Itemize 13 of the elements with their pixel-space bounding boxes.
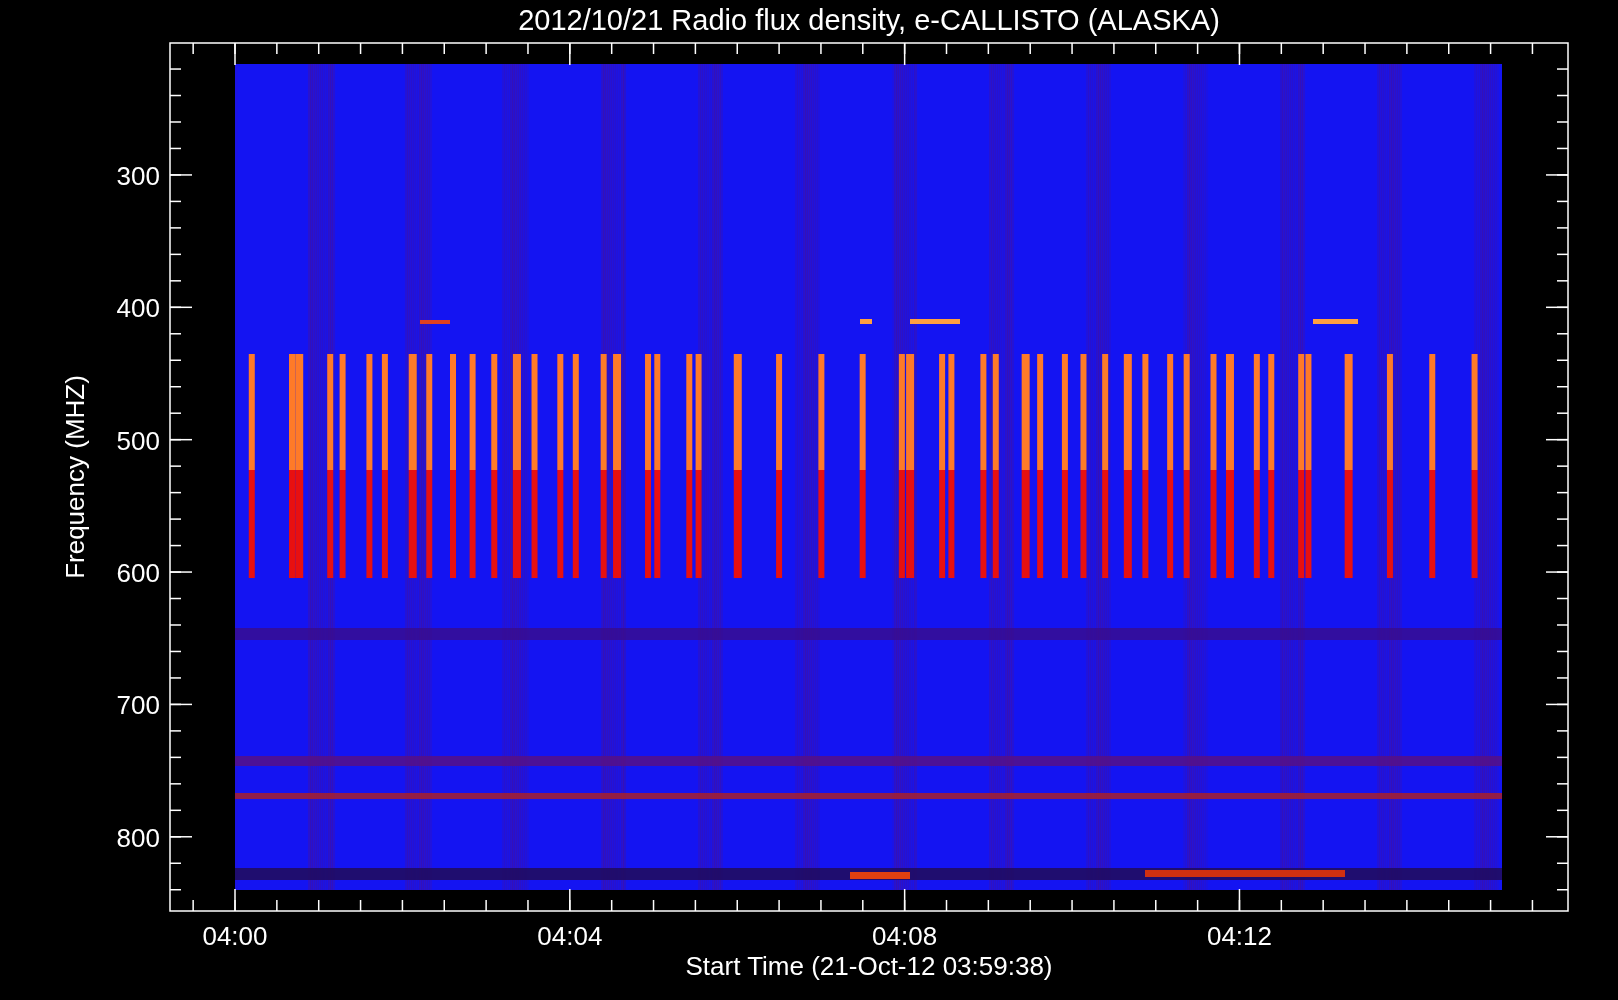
y-tick-label: 300 [116,160,160,191]
x-tick-label: 04:12 [1206,921,1272,951]
y-tick-label: 600 [116,558,160,589]
x-tick-label: 04:08 [872,921,938,951]
x-axis-label: Start Time (21-Oct-12 03:59:38) [685,951,1053,981]
x-tick-label: 04:00 [202,921,268,951]
y-tick-label: 700 [116,690,160,721]
x-tick-label: 04:04 [537,921,603,951]
y-tick-label: 800 [116,822,160,853]
y-tick-label: 400 [116,293,160,324]
y-tick-label: 500 [116,425,160,456]
y-axis-label: Frequency (MHZ) [60,375,90,579]
plot-title: 2012/10/21 Radio flux density, e-CALLISTO (ALASKA) [518,4,1220,36]
